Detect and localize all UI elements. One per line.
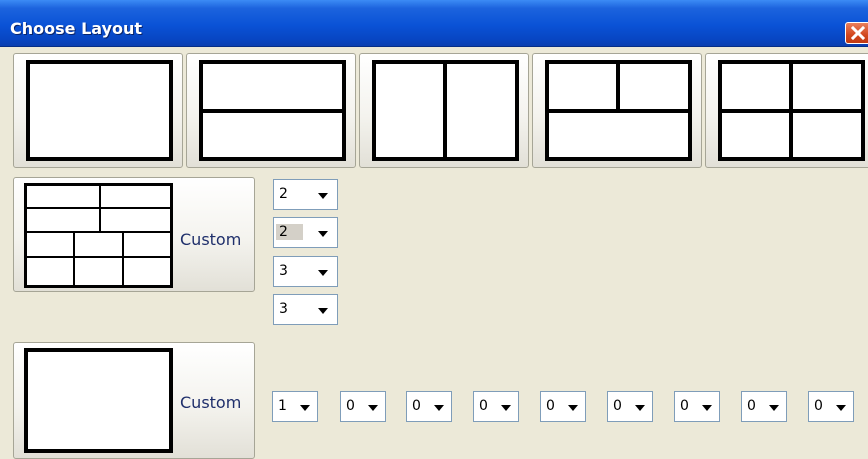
title-bar: Choose Layout [0,0,868,47]
layout-two-columns-button[interactable] [359,53,529,168]
custom-select-5[interactable]: 0 [540,391,586,422]
custom-grid-label: Custom [180,230,242,249]
chevron-down-icon [568,405,578,411]
custom-select-9[interactable]: 0 [808,391,854,422]
custom-select-8[interactable]: 0 [741,391,787,422]
chevron-down-icon [434,405,444,411]
layout-single-icon [26,60,173,161]
custom-grid-layout-icon [24,183,173,288]
chevron-down-icon [368,405,378,411]
custom-single-label: Custom [180,393,242,412]
grid-row3-columns-select[interactable]: 3 [273,256,338,287]
layout-grid-2x2-icon [718,60,865,161]
close-button[interactable] [845,22,868,44]
custom-grid-layout-button[interactable]: Custom [13,177,255,292]
window-title: Choose Layout [10,19,143,38]
custom-select-7[interactable]: 0 [674,391,720,422]
layout-two-rows-icon [199,60,346,161]
grid-row2-columns-select[interactable]: 2 [273,217,338,248]
chevron-down-icon [318,270,328,276]
chevron-down-icon [318,231,328,237]
custom-select-6[interactable]: 0 [607,391,653,422]
chevron-down-icon [300,405,310,411]
custom-select-2[interactable]: 0 [340,391,386,422]
chevron-down-icon [769,405,779,411]
chevron-down-icon [702,405,712,411]
close-icon [851,26,865,40]
grid-row1-columns-select[interactable]: 2 [273,179,338,210]
custom-select-1[interactable]: 1 [272,391,318,422]
layout-two-rows-button[interactable] [186,53,356,168]
layout-grid-2x2-button[interactable] [705,53,868,168]
custom-select-4[interactable]: 0 [473,391,519,422]
custom-single-layout-icon [24,348,173,453]
grid-row4-columns-select[interactable]: 3 [273,294,338,325]
chevron-down-icon [318,193,328,199]
chevron-down-icon [635,405,645,411]
chevron-down-icon [836,405,846,411]
chevron-down-icon [318,308,328,314]
custom-select-3[interactable]: 0 [406,391,452,422]
layout-two-top-one-bottom-button[interactable] [532,53,702,168]
chevron-down-icon [501,405,511,411]
custom-single-layout-button[interactable]: Custom [13,342,255,459]
layout-single-button[interactable] [13,53,183,168]
layout-two-columns-icon [372,60,519,161]
layout-two-top-one-bottom-icon [545,60,692,161]
